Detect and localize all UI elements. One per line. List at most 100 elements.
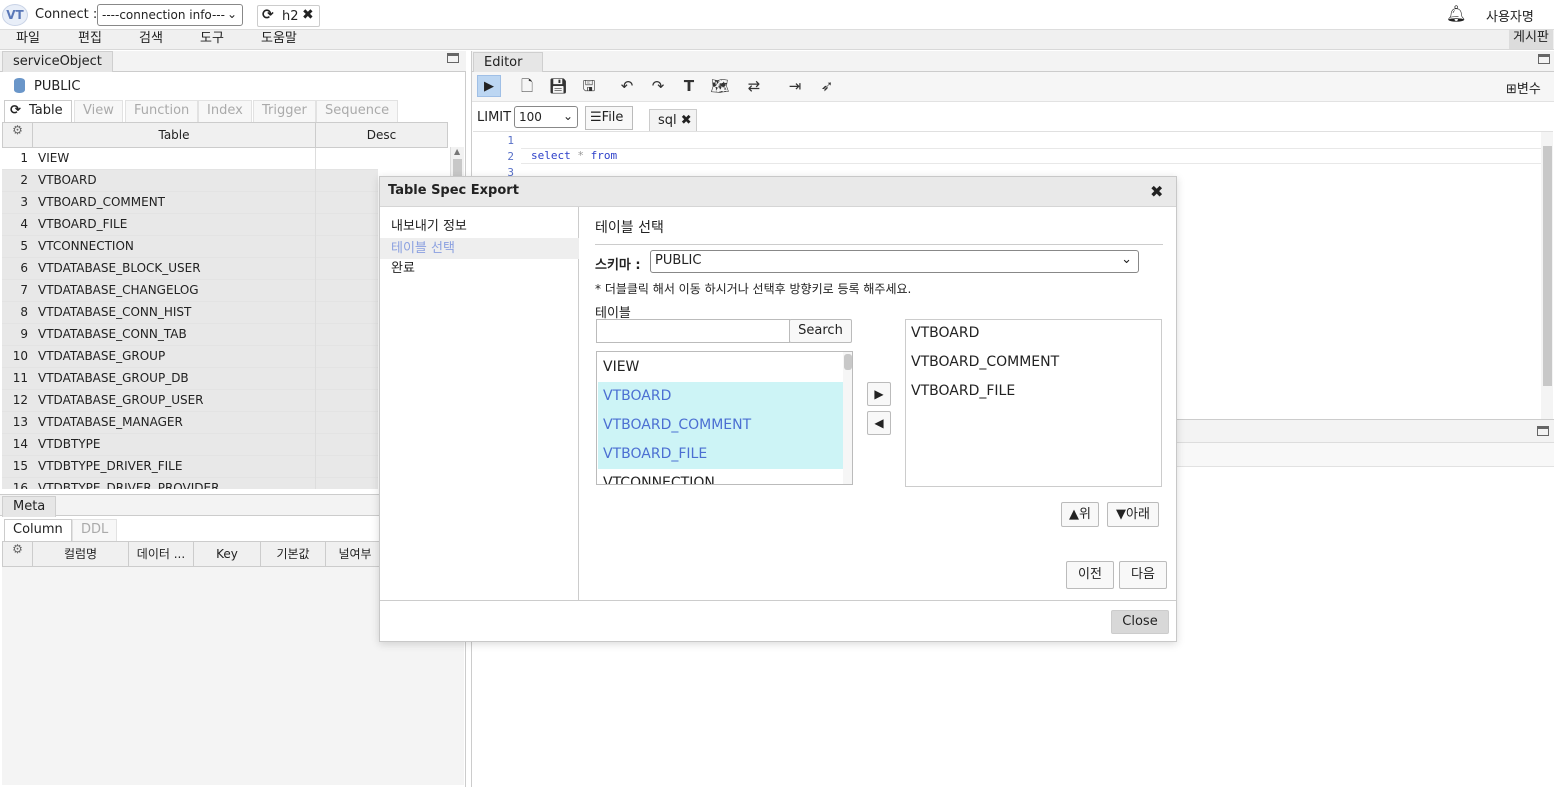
table-row[interactable]: 7 VTDATABASE_CHANGELOG — [2, 280, 378, 302]
tab-table[interactable]: ⟳ Table — [4, 100, 72, 122]
table-row[interactable]: 5 VTCONNECTION — [2, 236, 378, 258]
editor-tab[interactable]: Editor — [473, 52, 543, 72]
scroll-up-icon[interactable]: ▲ — [454, 147, 460, 156]
schema-select[interactable]: PUBLIC ⌄ — [650, 250, 1139, 273]
search-input[interactable] — [596, 319, 790, 343]
table-row[interactable]: 16 VTDBTYPE_DRIVER_PROVIDER — [2, 478, 378, 489]
sql-tab[interactable]: sql ✖ — [649, 109, 697, 131]
map-icon[interactable]: 🗺︎ — [708, 75, 732, 97]
list-item[interactable]: VTBOARD_COMMENT — [911, 354, 1059, 370]
row-number: 13 — [12, 415, 28, 429]
connection-select[interactable]: ----connection info--- ⌄ — [97, 4, 243, 26]
indent-icon[interactable]: ⇥ — [783, 75, 807, 97]
meta-header-data-type[interactable]: 데이터 ... — [128, 541, 194, 567]
move-up-button[interactable]: ▲위 — [1061, 502, 1099, 527]
gear-icon[interactable]: ⚙ — [12, 542, 23, 556]
list-item[interactable]: VTBOARD — [598, 382, 843, 411]
list-item[interactable]: VTBOARD_FILE — [911, 383, 1015, 399]
table-row[interactable]: 4 VTBOARD_FILE — [2, 214, 378, 236]
new-file-icon[interactable]: 🗋 — [515, 75, 539, 97]
table-row[interactable]: 10 VTDATABASE_GROUP — [2, 346, 378, 368]
close-icon[interactable]: ✖ — [1150, 182, 1163, 201]
meta-header-nullable[interactable]: 널여부 — [325, 541, 385, 567]
menu-tools[interactable]: 도구 — [200, 30, 224, 48]
next-button[interactable]: 다음 — [1119, 561, 1167, 589]
menu-search[interactable]: 검색 — [139, 30, 163, 48]
bell-icon[interactable]: 🔔︎ — [1446, 4, 1466, 23]
grid-settings-header[interactable]: ⚙ — [2, 122, 33, 148]
column-header-desc[interactable]: Desc — [315, 122, 448, 148]
service-object-tab[interactable]: serviceObject — [2, 51, 113, 72]
close-icon[interactable]: ✖ — [302, 7, 314, 23]
tab-trigger[interactable]: Trigger — [253, 100, 316, 122]
list-item[interactable]: VTBOARD_FILE — [598, 440, 843, 469]
prev-button[interactable]: 이전 — [1066, 561, 1114, 589]
list-scrollbar[interactable] — [843, 352, 852, 484]
editor-scrollbar[interactable] — [1541, 132, 1553, 419]
step-table-select[interactable]: 테이블 선택 — [380, 238, 579, 259]
move-left-button[interactable]: ◀ — [867, 411, 891, 435]
table-row[interactable]: 8 VTDATABASE_CONN_HIST — [2, 302, 378, 324]
column-header-table[interactable]: Table — [32, 122, 316, 148]
tab-view[interactable]: View — [74, 100, 123, 122]
table-row[interactable]: 11 VTDATABASE_GROUP_DB — [2, 368, 378, 390]
list-item[interactable]: VTBOARD — [911, 325, 979, 341]
save-all-icon[interactable]: 🖫 — [577, 75, 601, 97]
table-row[interactable]: 15 VTDBTYPE_DRIVER_FILE — [2, 456, 378, 478]
tab-function[interactable]: Function — [125, 100, 199, 122]
run-icon[interactable]: ▶ — [477, 75, 501, 97]
step-complete[interactable]: 완료 — [380, 259, 579, 279]
maximize-icon[interactable] — [447, 53, 459, 63]
meta-header-default[interactable]: 기본값 — [260, 541, 326, 567]
meta-settings-header[interactable]: ⚙ — [2, 541, 33, 567]
limit-select[interactable]: 100 ⌄ — [514, 106, 578, 128]
user-name[interactable]: 사용자명 — [1486, 6, 1534, 25]
table-row[interactable]: 13 VTDATABASE_MANAGER — [2, 412, 378, 434]
table-row[interactable]: 1 VIEW — [2, 148, 378, 170]
redo-icon[interactable]: ↷ — [646, 75, 670, 97]
retweet-icon[interactable]: ⇄ — [742, 75, 766, 97]
table-row[interactable]: 6 VTDATABASE_BLOCK_USER — [2, 258, 378, 280]
move-right-button[interactable]: ▶ — [867, 382, 891, 406]
meta-tab[interactable]: Meta — [2, 496, 57, 517]
board-button[interactable]: 게시판 — [1509, 29, 1553, 49]
sql-tab-label: sql — [658, 113, 677, 128]
menu-file[interactable]: 파일 — [16, 30, 40, 48]
list-item[interactable]: VTCONNECTION — [598, 469, 843, 484]
variable-button[interactable]: ⊞변수 — [1506, 78, 1541, 97]
table-row[interactable]: 9 VTDATABASE_CONN_TAB — [2, 324, 378, 346]
close-icon[interactable]: ✖ — [681, 113, 692, 128]
maximize-icon[interactable] — [1538, 54, 1550, 64]
table-row[interactable]: 2 VTBOARD — [2, 170, 378, 192]
search-button[interactable]: Search — [789, 319, 852, 343]
tab-ddl[interactable]: DDL — [72, 519, 118, 541]
save-icon[interactable]: 💾︎ — [546, 75, 570, 97]
scroll-thumb[interactable] — [1543, 146, 1552, 386]
tab-column[interactable]: Column — [4, 519, 72, 541]
refresh-icon[interactable]: ⟳ — [262, 7, 274, 23]
maximize-icon[interactable] — [1537, 426, 1549, 436]
menu-help[interactable]: 도움말 — [261, 30, 297, 48]
meta-header-column-name[interactable]: 컬럼명 — [32, 541, 129, 567]
table-row[interactable]: 12 VTDATABASE_GROUP_USER — [2, 390, 378, 412]
file-button[interactable]: ☰File — [585, 106, 633, 130]
list-item[interactable]: VIEW — [598, 353, 843, 382]
table-row[interactable]: 3 VTBOARD_COMMENT — [2, 192, 378, 214]
sql-keyword: select — [531, 149, 571, 162]
refresh-icon[interactable]: ⟳ — [10, 101, 21, 121]
text-format-icon[interactable]: T — [677, 75, 701, 97]
connection-tab[interactable]: ⟳ h2 ✖ — [257, 5, 320, 27]
tab-index[interactable]: Index — [198, 100, 252, 122]
undo-icon[interactable]: ↶ — [615, 75, 639, 97]
scroll-thumb[interactable] — [844, 354, 852, 370]
table-row[interactable]: 14 VTDBTYPE — [2, 434, 378, 456]
close-button[interactable]: Close — [1111, 610, 1169, 634]
send-icon[interactable]: ➶ — [815, 75, 839, 97]
move-down-button[interactable]: ▼아래 — [1107, 502, 1159, 527]
list-item[interactable]: VTBOARD_COMMENT — [598, 411, 843, 440]
gear-icon[interactable]: ⚙ — [12, 123, 23, 137]
step-export-info[interactable]: 내보내기 정보 — [380, 217, 579, 237]
meta-header-key[interactable]: Key — [193, 541, 261, 567]
menu-edit[interactable]: 편집 — [78, 30, 102, 48]
tab-sequence[interactable]: Sequence — [316, 100, 399, 122]
